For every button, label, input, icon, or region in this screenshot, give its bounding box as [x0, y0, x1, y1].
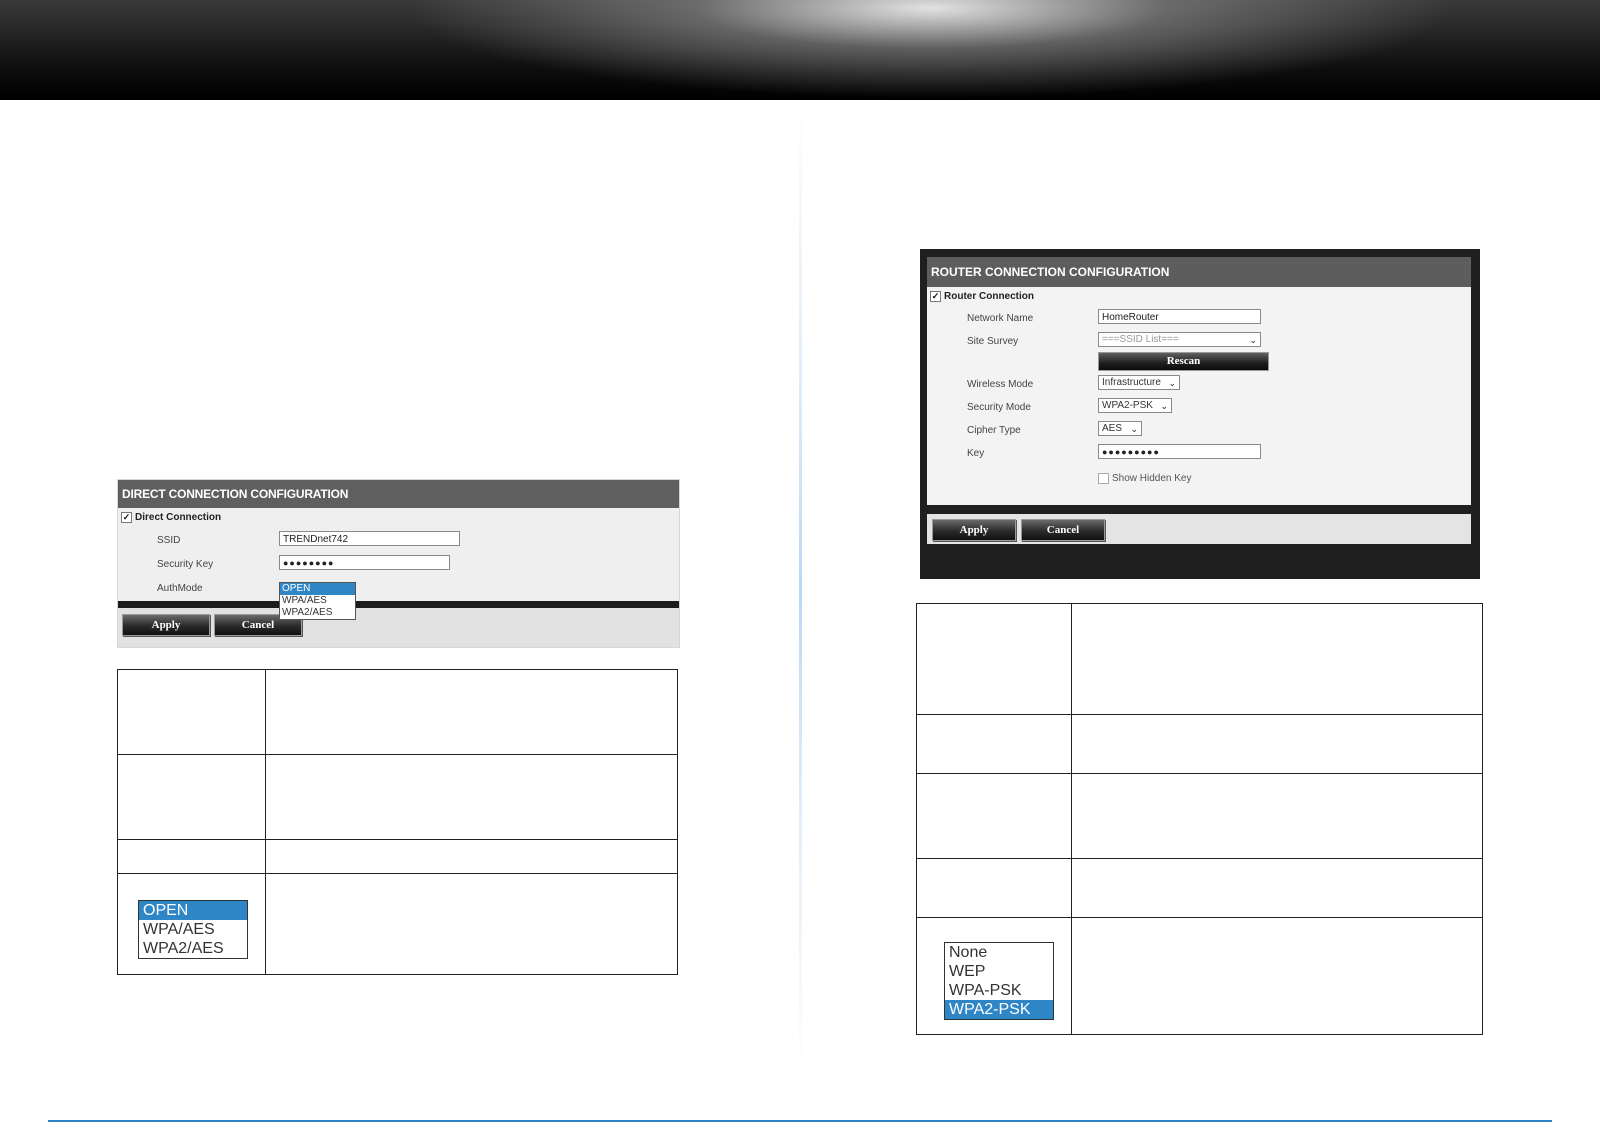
list-item: WEP [949, 963, 986, 980]
security-key-label: Security Key [157, 559, 214, 570]
list-item: WPA-PSK [949, 982, 1022, 999]
site-survey-select[interactable]: ===SSID List=== ⌄ [1098, 332, 1261, 347]
table-row [916, 603, 1483, 715]
table-cell [916, 858, 1072, 918]
list-item: WPA2-PSK [945, 1000, 1053, 1019]
table-cell [265, 839, 678, 874]
authmode-options-list: OPEN WPA/AES WPA2/AES [138, 899, 248, 959]
ssid-input[interactable]: TRENDnet742 [279, 531, 460, 546]
router-button-bar: Apply Cancel [927, 514, 1471, 544]
security-mode-select[interactable]: WPA2-PSK ⌄ [1098, 398, 1172, 413]
authmode-option[interactable]: OPEN [280, 583, 355, 595]
router-apply-button[interactable]: Apply [932, 519, 1016, 541]
security-mode-value: WPA2-PSK [1102, 400, 1153, 411]
direct-description-table: OPEN WPA/AES WPA2/AES [117, 669, 678, 975]
table-row [916, 858, 1483, 918]
security-mode-options-list: None WEP WPA-PSK WPA2-PSK [944, 942, 1054, 1020]
direct-connection-checkbox[interactable]: ✓ [121, 512, 132, 523]
authmode-dropdown-list[interactable]: OPEN WPA/AES WPA2/AES [279, 582, 356, 620]
table-cell [265, 873, 678, 975]
table-cell [265, 754, 678, 840]
header-banner [0, 0, 1600, 100]
page-divider [799, 100, 802, 1080]
table-cell [117, 669, 266, 755]
table-cell [117, 754, 266, 840]
table-row [117, 669, 678, 755]
router-panel-body: ROUTER CONNECTION CONFIGURATION ✓ Router… [927, 257, 1471, 505]
table-cell [916, 773, 1072, 859]
table-row [117, 839, 678, 874]
network-name-input[interactable]: HomeRouter [1098, 309, 1261, 324]
direct-connection-panel: DIRECT CONNECTION CONFIGURATION ✓ Direct… [117, 479, 680, 648]
table-cell [117, 839, 266, 874]
chevron-down-icon: ⌄ [1130, 424, 1138, 434]
cipher-type-select[interactable]: AES ⌄ [1098, 421, 1142, 436]
table-cell [265, 669, 678, 755]
chevron-down-icon: ⌄ [1160, 401, 1168, 411]
security-mode-label: Security Mode [967, 402, 1031, 413]
table-cell [1071, 603, 1483, 715]
show-hidden-key-row[interactable]: Show Hidden Key [1098, 473, 1192, 484]
list-item: None [949, 944, 988, 961]
cipher-type-label: Cipher Type [967, 425, 1021, 436]
router-connection-panel: ROUTER CONNECTION CONFIGURATION ✓ Router… [920, 249, 1480, 579]
table-row: OPEN WPA/AES WPA2/AES [117, 873, 678, 975]
wireless-mode-value: Infrastructure [1102, 377, 1161, 388]
direct-panel-title: DIRECT CONNECTION CONFIGURATION [118, 480, 679, 508]
table-cell [916, 714, 1072, 774]
table-cell: OPEN WPA/AES WPA2/AES [117, 873, 266, 975]
list-item: WPA2/AES [143, 939, 224, 957]
direct-panel-body: ✓ Direct Connection SSID TRENDnet742 Sec… [118, 508, 679, 601]
router-panel-title: ROUTER CONNECTION CONFIGURATION [927, 257, 1471, 287]
table-cell [1071, 917, 1483, 1035]
list-item: OPEN [139, 900, 247, 920]
table-row [117, 754, 678, 840]
ssid-label: SSID [157, 535, 181, 546]
chevron-down-icon: ⌄ [1168, 378, 1176, 388]
cipher-type-value: AES [1102, 423, 1123, 434]
router-cancel-button[interactable]: Cancel [1021, 519, 1105, 541]
show-hidden-key-label: Show Hidden Key [1112, 473, 1192, 484]
wireless-mode-select[interactable]: Infrastructure ⌄ [1098, 375, 1180, 390]
router-connection-checkbox-row[interactable]: ✓ Router Connection [930, 291, 1034, 302]
network-name-label: Network Name [967, 313, 1034, 324]
security-key-input[interactable]: ●●●●●●●● [279, 555, 450, 570]
router-connection-label: Router Connection [944, 291, 1034, 302]
direct-connection-label: Direct Connection [135, 512, 222, 523]
authmode-option[interactable]: WPA2/AES [280, 607, 355, 619]
site-survey-value: ===SSID List=== [1102, 334, 1179, 345]
router-description-table: None WEP WPA-PSK WPA2-PSK [916, 603, 1483, 1035]
key-input[interactable]: ●●●●●●●●● [1098, 444, 1261, 459]
rescan-button[interactable]: Rescan [1098, 352, 1269, 371]
direct-apply-button[interactable]: Apply [122, 614, 210, 636]
chevron-down-icon: ⌄ [1249, 335, 1257, 345]
table-row [916, 714, 1483, 774]
router-connection-checkbox[interactable]: ✓ [930, 291, 941, 302]
site-survey-label: Site Survey [967, 336, 1019, 347]
show-hidden-key-checkbox[interactable] [1098, 473, 1109, 484]
key-label: Key [967, 448, 985, 459]
table-cell [1071, 773, 1483, 859]
table-row: None WEP WPA-PSK WPA2-PSK [916, 917, 1483, 1035]
wireless-mode-label: Wireless Mode [967, 379, 1034, 390]
direct-connection-checkbox-row[interactable]: ✓ Direct Connection [121, 512, 221, 523]
list-item: WPA/AES [143, 920, 215, 938]
authmode-label: AuthMode [157, 583, 203, 594]
table-cell [1071, 714, 1483, 774]
table-cell: None WEP WPA-PSK WPA2-PSK [916, 917, 1072, 1035]
direct-button-bar: Apply Cancel [118, 601, 679, 647]
authmode-option[interactable]: WPA/AES [280, 595, 355, 607]
table-cell [916, 603, 1072, 715]
table-row [916, 773, 1483, 859]
table-cell [1071, 858, 1483, 918]
